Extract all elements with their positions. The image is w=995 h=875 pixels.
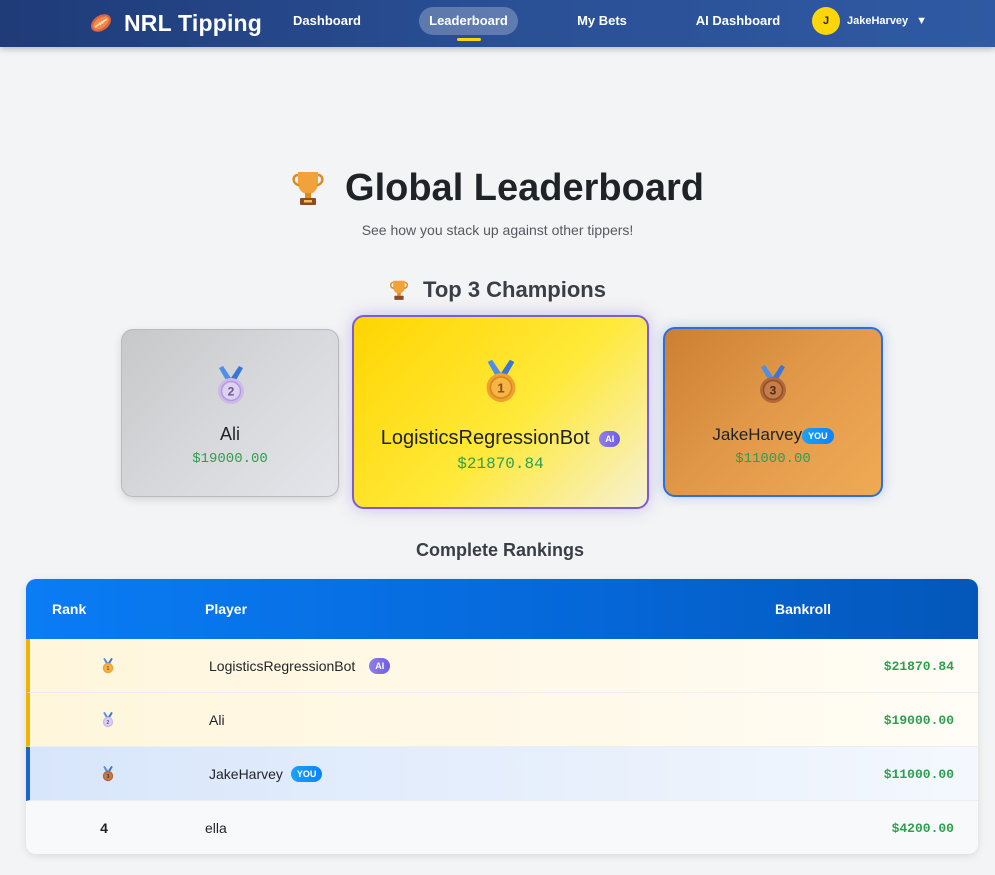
bronze-medal-icon: 3 [102,766,114,782]
podium-name-row: JakeHarvey YOU [665,425,881,445]
player-cell: JakeHarvey YOU [209,747,323,801]
gold-medal-icon: 1 [102,658,114,674]
podium-name: Ali [219,424,240,444]
column-header-player[interactable]: Player [205,601,247,617]
active-indicator [457,38,481,41]
user-menu[interactable]: J JakeHarvey ▼ [812,6,927,36]
table-row[interactable]: 3 JakeHarvey YOU $11000.00 [26,747,978,801]
rank-cell: 2 [30,693,186,747]
medal-rank-label: 2 [107,720,110,726]
ai-badge: AI [599,430,621,447]
nav-leaderboard-label: Leaderboard [429,13,508,28]
podium-card-third[interactable]: 3 JakeHarvey YOU $11000.00 [663,327,883,497]
nav-my-bets[interactable]: My Bets [565,7,639,35]
page-subtitle: See how you stack up against other tippe… [361,222,634,238]
podium-amount: $21870.84 [457,455,544,473]
rank-cell: 4 [26,801,182,854]
chevron-down-icon: ▼ [916,15,928,27]
podium-name: LogisticsRegressionBot [380,427,590,449]
user-name: JakeHarvey [847,15,909,27]
table-header: Rank Player Bankroll [26,579,978,639]
medal-rank-label: 1 [497,381,505,396]
champions-header: Top 3 Champions [0,276,995,304]
top-navbar: NRL Tipping Dashboard Leaderboard My Bet… [0,0,995,47]
podium-card-first[interactable]: 1 LogisticsRegressionBot AI $21870.84 [352,315,649,509]
rank-cell: 3 [30,747,186,801]
podium-name: JakeHarvey [712,425,803,444]
rankings-heading: Complete Rankings [415,540,585,560]
podium-name-row: LogisticsRegressionBot AI [354,427,647,450]
page-header: Global Leaderboard [0,165,995,211]
silver-medal-icon: 2 [218,366,244,404]
rankings-table: Rank Player Bankroll 1 LogisticsRegressi… [26,579,978,854]
nav-ai-dashboard[interactable]: AI Dashboard [687,7,789,35]
player-cell: Ali [209,693,225,747]
medal-rank-label: 1 [107,666,110,672]
player-name: JakeHarvey [209,766,283,782]
bankroll-cell: $21870.84 [883,658,954,674]
brand[interactable]: NRL Tipping [88,8,262,38]
nav-dashboard[interactable]: Dashboard [281,7,373,35]
podium-amount: $11000.00 [735,451,811,467]
podium-amount: $19000.00 [192,451,268,467]
column-header-rank[interactable]: Rank [52,601,86,617]
trophy-icon [390,280,409,300]
column-header-bankroll[interactable]: Bankroll [775,601,831,617]
player-cell: LogisticsRegressionBot AI [209,639,391,693]
bankroll-cell: $19000.00 [883,712,954,728]
player-name: Ali [209,712,225,728]
table-row[interactable]: 1 LogisticsRegressionBot AI $21870.84 [26,639,978,693]
table-row[interactable]: 2 Ali $19000.00 [26,693,978,747]
player-name: ella [205,820,227,836]
podium-card-second[interactable]: 2 Ali $19000.00 [121,329,339,497]
player-name: LogisticsRegressionBot [209,658,356,674]
ai-badge: AI [369,658,391,674]
nav-leaderboard[interactable]: Leaderboard [419,7,518,41]
silver-medal-icon: 2 [102,712,114,728]
medal-rank-label: 3 [770,384,777,398]
medal-rank-label: 2 [228,385,235,399]
champions-heading: Top 3 Champions [423,277,606,302]
bankroll-cell: $4200.00 [891,820,954,836]
you-badge: YOU [290,766,323,782]
medal-rank-label: 3 [107,774,110,780]
rank-number: 4 [100,820,108,836]
trophy-icon [292,172,324,205]
player-cell: ella [205,801,227,854]
bankroll-cell: $11000.00 [883,766,954,782]
table-row[interactable]: 4 ella $4200.00 [26,801,978,854]
avatar: J [812,7,840,35]
brand-name: NRL Tipping [124,9,263,36]
bronze-medal-icon: 3 [760,365,786,403]
rank-cell: 1 [30,639,186,693]
football-icon [91,14,111,32]
gold-medal-icon: 1 [486,359,516,402]
you-badge: YOU [802,427,834,444]
page-title: Global Leaderboard [345,166,704,209]
